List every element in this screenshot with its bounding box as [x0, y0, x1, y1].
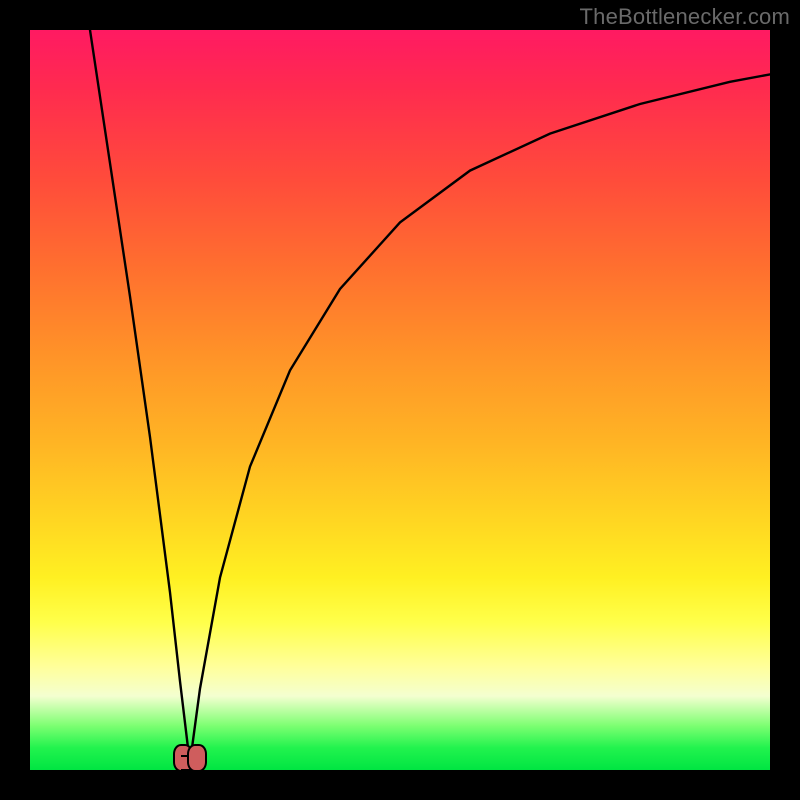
bottleneck-curve	[30, 30, 770, 770]
curve-path	[90, 30, 770, 770]
outer-frame: TheBottlenecker.com	[0, 0, 800, 800]
watermark-text: TheBottlenecker.com	[580, 4, 790, 30]
marker-lobe-right	[187, 744, 207, 770]
optimal-marker	[171, 744, 209, 770]
plot-area	[30, 30, 770, 770]
